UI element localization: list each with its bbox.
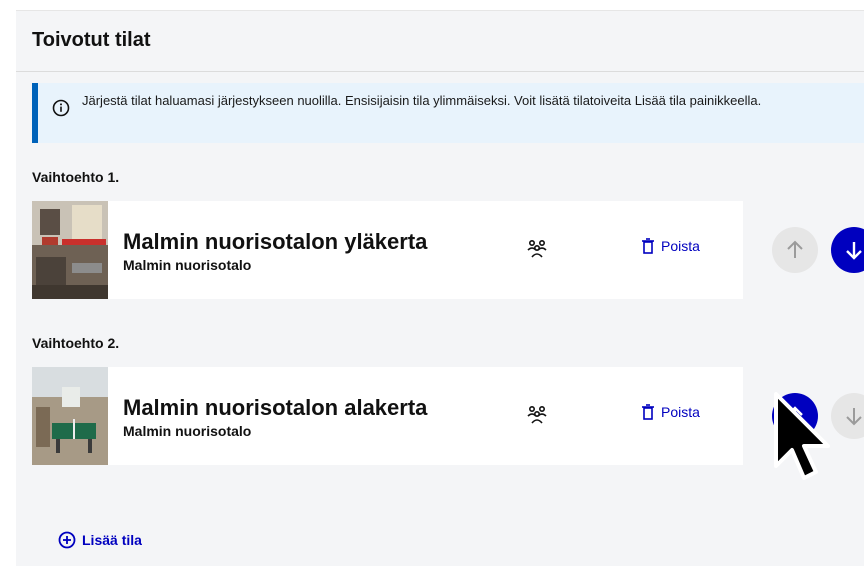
space-venue: Malmin nuorisotalo xyxy=(123,257,252,273)
delete-label: Poista xyxy=(661,404,700,420)
option-label: Vaihtoehto 1. xyxy=(32,169,120,185)
option-label: Vaihtoehto 2. xyxy=(32,335,120,351)
space-card: Malmin nuorisotalon yläkerta Malmin nuor… xyxy=(32,201,864,299)
info-notice: Järjestä tilat haluamasi järjestykseen n… xyxy=(32,83,864,143)
arrow-down-icon xyxy=(846,242,862,260)
delete-button[interactable]: Poista xyxy=(642,238,700,254)
arrow-down-icon xyxy=(846,408,862,426)
arrow-up-icon xyxy=(787,240,803,258)
space-title: Malmin nuorisotalon yläkerta xyxy=(123,229,428,254)
space-thumbnail xyxy=(32,201,108,299)
delete-button[interactable]: Poista xyxy=(642,404,700,420)
add-space-label: Lisää tila xyxy=(82,532,142,548)
divider xyxy=(16,71,864,72)
space-thumbnail xyxy=(32,367,108,465)
space-venue: Malmin nuorisotalo xyxy=(123,423,252,439)
space-title: Malmin nuorisotalon alakerta xyxy=(123,395,428,420)
add-space-button[interactable]: Lisää tila xyxy=(58,531,142,549)
section-title: Toivotut tilat xyxy=(32,29,151,51)
delete-label: Poista xyxy=(661,238,700,254)
reservation-spaces-panel: Toivotut tilat Järjestä tilat haluamasi … xyxy=(16,10,864,566)
plus-circle-icon xyxy=(58,531,76,549)
trash-icon xyxy=(642,238,654,254)
info-icon xyxy=(52,99,70,117)
space-card: Malmin nuorisotalon alakerta Malmin nuor… xyxy=(32,367,864,465)
notice-text: Järjestä tilat haluamasi järjestykseen n… xyxy=(82,93,762,108)
move-down-button[interactable] xyxy=(831,227,864,273)
move-up-button[interactable] xyxy=(772,227,818,273)
people-icon xyxy=(527,405,547,424)
people-icon xyxy=(527,239,547,258)
mouse-pointer-icon xyxy=(774,392,830,480)
trash-icon xyxy=(642,404,654,420)
